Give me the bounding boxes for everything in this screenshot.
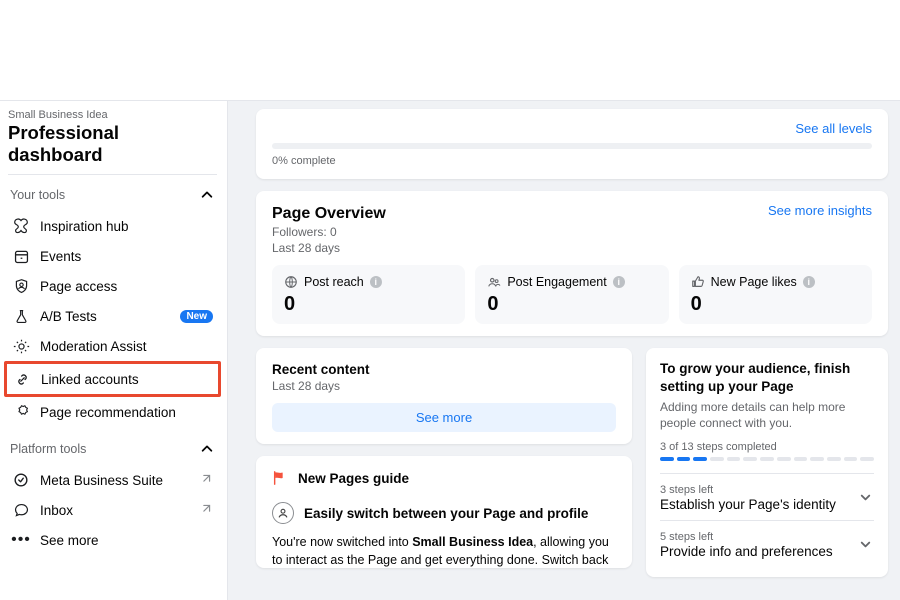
- recent-content-period: Last 28 days: [272, 379, 616, 393]
- see-more-button[interactable]: See more: [272, 403, 616, 432]
- butterfly-icon: [12, 217, 30, 235]
- highlight-box: Linked accounts: [4, 361, 221, 397]
- external-link-icon: [199, 503, 213, 517]
- link-icon: [13, 370, 31, 388]
- setup-title: To grow your audience, finish setting up…: [660, 360, 874, 395]
- sidebar: Small Business Idea Professional dashboa…: [0, 101, 228, 600]
- metric-value: 0: [487, 293, 656, 316]
- setup-subtitle: Adding more details can help more people…: [660, 399, 874, 431]
- guide-title: New Pages guide: [298, 471, 409, 486]
- metric-label: Post reach: [304, 275, 364, 289]
- chevron-down-icon: [858, 490, 874, 506]
- levels-card: See all levels 0% complete: [256, 109, 888, 179]
- metric-value: 0: [284, 293, 453, 316]
- metric-post-engagement[interactable]: Post Engagement i 0: [475, 265, 668, 324]
- new-pages-guide-card: New Pages guide Easily switch between yo…: [256, 456, 632, 568]
- recent-content-title: Recent content: [272, 362, 616, 377]
- sidebar-item-inbox[interactable]: Inbox: [8, 495, 217, 525]
- metric-label: Post Engagement: [507, 275, 606, 289]
- sidebar-item-label: Events: [40, 249, 213, 264]
- switch-profile-icon: [272, 502, 294, 524]
- progress-label: 0% complete: [272, 155, 872, 167]
- sidebar-item-label: Page recommendation: [40, 405, 213, 420]
- user-shield-icon: [12, 277, 30, 295]
- flask-icon: [12, 307, 30, 325]
- chevron-down-icon: [858, 537, 874, 553]
- sidebar-item-page-access[interactable]: Page access: [8, 271, 217, 301]
- guide-body: You're now switched into Small Business …: [272, 534, 616, 568]
- recent-content-card: Recent content Last 28 days See more: [256, 348, 632, 444]
- setup-step-info[interactable]: 5 steps left Provide info and preference…: [660, 520, 874, 567]
- meta-icon: [12, 471, 30, 489]
- chat-icon: [12, 501, 30, 519]
- gear-icon: [12, 337, 30, 355]
- see-all-levels-link[interactable]: See all levels: [795, 121, 872, 136]
- sidebar-item-see-more[interactable]: ••• See more: [8, 525, 217, 555]
- sidebar-item-inspiration-hub[interactable]: Inspiration hub: [8, 211, 217, 241]
- metric-value: 0: [691, 293, 860, 316]
- sidebar-item-linked-accounts[interactable]: Linked accounts: [9, 364, 214, 394]
- steps-left-label: 3 steps left: [660, 484, 836, 496]
- overview-followers: Followers: 0: [272, 225, 872, 239]
- info-icon[interactable]: i: [370, 276, 382, 288]
- see-more-insights-link[interactable]: See more insights: [768, 203, 872, 218]
- badge-icon: [12, 403, 30, 421]
- sidebar-item-label: Linked accounts: [41, 372, 210, 387]
- page-title: Professional dashboard: [8, 122, 217, 166]
- external-link-icon: [199, 473, 213, 487]
- setup-card: To grow your audience, finish setting up…: [646, 348, 888, 577]
- sidebar-item-moderation-assist[interactable]: Moderation Assist: [8, 331, 217, 361]
- steps-left-label: 5 steps left: [660, 531, 833, 543]
- setup-step-identity[interactable]: 3 steps left Establish your Page's ident…: [660, 473, 874, 520]
- overview-card: See more insights Page Overview Follower…: [256, 191, 888, 336]
- sidebar-item-page-recommendation[interactable]: Page recommendation: [8, 397, 217, 427]
- overview-period: Last 28 days: [272, 241, 872, 255]
- sidebar-item-meta-business-suite[interactable]: Meta Business Suite: [8, 465, 217, 495]
- section-your-tools[interactable]: Your tools: [8, 183, 217, 211]
- new-badge: New: [180, 310, 213, 323]
- chevron-up-icon: [199, 441, 215, 457]
- sidebar-item-label: A/B Tests: [40, 309, 170, 324]
- breadcrumb: Small Business Idea: [8, 109, 217, 121]
- sidebar-item-label: Page access: [40, 279, 213, 294]
- sidebar-item-label: Meta Business Suite: [40, 473, 189, 488]
- section-label: Platform tools: [10, 442, 86, 456]
- chevron-up-icon: [199, 187, 215, 203]
- switch-heading: Easily switch between your Page and prof…: [304, 506, 588, 521]
- setup-progress-bar: [660, 457, 874, 461]
- thumb-up-icon: [691, 275, 705, 289]
- globe-icon: [284, 275, 298, 289]
- step-title: Provide info and preferences: [660, 544, 833, 559]
- section-label: Your tools: [10, 188, 65, 202]
- section-platform-tools[interactable]: Platform tools: [8, 437, 217, 465]
- progress-bar: [272, 143, 872, 149]
- sidebar-item-ab-tests[interactable]: A/B Tests New: [8, 301, 217, 331]
- sidebar-item-events[interactable]: Events: [8, 241, 217, 271]
- more-dots-icon: •••: [12, 531, 30, 549]
- info-icon[interactable]: i: [803, 276, 815, 288]
- calendar-icon: [12, 247, 30, 265]
- sidebar-item-label: See more: [40, 533, 213, 548]
- setup-progress-label: 3 of 13 steps completed: [660, 441, 874, 453]
- sidebar-item-label: Inbox: [40, 503, 189, 518]
- sidebar-item-label: Moderation Assist: [40, 339, 213, 354]
- sidebar-item-label: Inspiration hub: [40, 219, 213, 234]
- metric-label: New Page likes: [711, 275, 797, 289]
- flag-icon: [272, 470, 288, 486]
- people-icon: [487, 275, 501, 289]
- metric-post-reach[interactable]: Post reach i 0: [272, 265, 465, 324]
- info-icon[interactable]: i: [613, 276, 625, 288]
- metric-new-page-likes[interactable]: New Page likes i 0: [679, 265, 872, 324]
- step-title: Establish your Page's identity: [660, 497, 836, 512]
- main-content: See all levels 0% complete See more insi…: [228, 101, 900, 600]
